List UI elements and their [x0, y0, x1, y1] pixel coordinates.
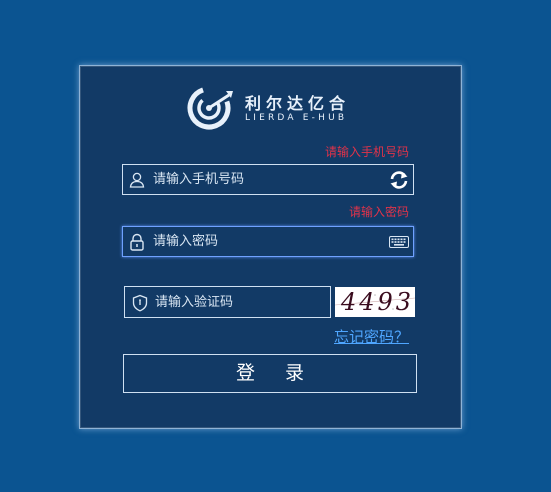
brand-name-cn: 利尔达亿合 — [245, 94, 351, 113]
target-c-logo-icon — [187, 86, 233, 130]
phone-field[interactable] — [122, 164, 414, 195]
password-field[interactable] — [122, 226, 414, 257]
password-error: 请输入密码 — [349, 205, 410, 219]
brand-name-en: LIERDA E-HUB — [245, 113, 348, 123]
user-icon — [129, 172, 145, 188]
refresh-icon[interactable] — [389, 170, 409, 190]
captcha-field[interactable] — [124, 286, 375, 318]
phone-input[interactable] — [153, 165, 373, 194]
captcha-text: 4493 — [341, 288, 415, 316]
phone-error: 请输入手机号码 — [325, 145, 410, 159]
keyboard-icon[interactable] — [389, 236, 409, 248]
brand-logo: 利尔达亿合 LIERDA E-HUB — [187, 83, 357, 133]
forgot-password-link[interactable]: 忘记密码？ — [334, 326, 409, 347]
captcha-image[interactable]: 4493 — [335, 287, 415, 317]
shield-icon — [132, 294, 148, 312]
login-button[interactable]: 登 录 — [123, 354, 417, 393]
lock-icon — [130, 233, 144, 251]
password-input[interactable] — [153, 227, 373, 256]
